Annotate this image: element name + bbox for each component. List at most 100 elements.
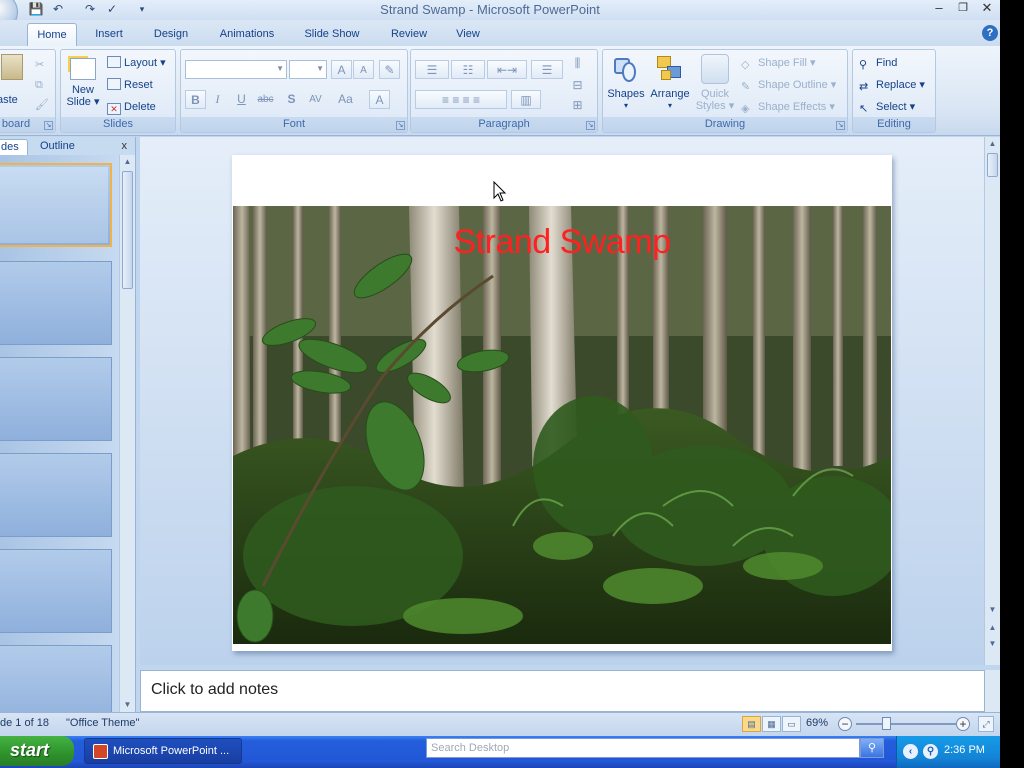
font-launcher-icon[interactable]: ↘: [396, 121, 405, 130]
paste-button[interactable]: aste: [0, 54, 27, 106]
shape-outline-button[interactable]: ✎ Shape Outline ▾: [741, 76, 836, 94]
slide-thumbnail-4[interactable]: [0, 453, 112, 537]
strikethrough-button[interactable]: abc: [255, 90, 276, 109]
tab-slide-show[interactable]: Slide Show: [296, 23, 368, 46]
delete-button[interactable]: ✕ Delete: [107, 98, 156, 116]
desktop-search-input[interactable]: Search Desktop: [426, 738, 860, 758]
italic-button[interactable]: I: [207, 90, 228, 109]
slide-sorter-button[interactable]: ▦: [762, 716, 781, 732]
slide-title[interactable]: Strand Swamp: [232, 223, 892, 262]
slide-thumbnail-3[interactable]: [0, 357, 112, 441]
notes-pane[interactable]: Click to add notes: [140, 670, 985, 712]
reset-button[interactable]: Reset: [107, 76, 153, 94]
restore-button[interactable]: ❐: [952, 0, 974, 18]
taskbar-item-label: Microsoft PowerPoint ...: [113, 745, 230, 757]
format-painter-icon[interactable]: 🖌: [35, 96, 49, 114]
select-button[interactable]: ↖ Select ▾: [859, 98, 915, 116]
tab-animations[interactable]: Animations: [210, 23, 284, 46]
font-size-combo[interactable]: ▼: [289, 60, 327, 79]
character-spacing-button[interactable]: AV: [305, 90, 326, 109]
tray-expand-icon[interactable]: ‹: [903, 744, 918, 759]
replace-button[interactable]: ⇄ Replace ▾: [859, 76, 925, 94]
close-panel-icon[interactable]: x: [122, 140, 128, 152]
underline-button[interactable]: U: [231, 90, 252, 109]
search-icon[interactable]: ⚲: [860, 738, 884, 758]
slide-scrollbar[interactable]: ▲ ▼ ▲ ▼: [984, 137, 1000, 665]
align-text-icon[interactable]: ⊟: [567, 76, 588, 95]
scroll-up-icon[interactable]: ▲: [120, 155, 135, 169]
slide-thumbnail-6[interactable]: [0, 645, 112, 712]
font-color-button[interactable]: A: [369, 90, 390, 109]
find-button[interactable]: ⚲ Find: [859, 54, 897, 72]
zoom-slider-track[interactable]: [856, 723, 956, 725]
shrink-font-button[interactable]: A: [353, 60, 374, 79]
indent-buttons[interactable]: ⇤⇥: [487, 60, 527, 79]
clock[interactable]: 2:36 PM: [944, 744, 985, 756]
close-button[interactable]: ✕: [976, 0, 998, 18]
clear-formatting-button[interactable]: ✎: [379, 60, 400, 79]
panel-scrollbar[interactable]: ▲ ▼: [119, 155, 135, 712]
copy-icon[interactable]: ⧉: [35, 76, 43, 94]
search-placeholder: Search Desktop: [431, 742, 510, 754]
tray-search-icon[interactable]: ⚲: [923, 744, 938, 759]
shadow-button[interactable]: S: [281, 90, 302, 109]
tab-design[interactable]: Design: [146, 23, 196, 46]
alignment-buttons[interactable]: ≡ ≡ ≡ ≡: [415, 90, 507, 109]
tab-review[interactable]: Review: [384, 23, 434, 46]
cut-icon[interactable]: ✂: [35, 56, 44, 74]
zoom-slider-thumb[interactable]: [882, 717, 891, 730]
quick-styles-button[interactable]: Quick Styles ▾: [695, 54, 735, 112]
slide-scroll-thumb[interactable]: [987, 153, 998, 177]
scroll-up-icon[interactable]: ▲: [985, 137, 1000, 151]
numbering-button[interactable]: ☷: [451, 60, 485, 79]
shapes-button[interactable]: Shapes ▾: [605, 54, 647, 112]
zoom-out-icon[interactable]: −: [838, 717, 852, 731]
drawing-launcher-icon[interactable]: ↘: [836, 121, 845, 130]
tab-slides[interactable]: des: [0, 139, 28, 155]
arrange-button[interactable]: Arrange ▾: [649, 54, 691, 112]
text-direction-icon[interactable]: ⫼: [567, 54, 588, 73]
change-case-button[interactable]: Aa: [335, 90, 356, 109]
tab-insert[interactable]: Insert: [86, 23, 132, 46]
zoom-level[interactable]: 69%: [806, 717, 828, 729]
columns-button[interactable]: ▥: [511, 90, 541, 109]
slide-thumbnail-2[interactable]: [0, 261, 112, 345]
tab-outline[interactable]: Outline: [32, 139, 83, 155]
arrange-label: Arrange: [650, 88, 690, 100]
slide-thumbnail-1[interactable]: [0, 163, 112, 247]
tab-view[interactable]: View: [446, 23, 490, 46]
paste-label: aste: [0, 94, 18, 106]
slide[interactable]: Strand Swamp: [232, 155, 892, 651]
bold-button[interactable]: B: [185, 90, 206, 109]
bullets-button[interactable]: ☰: [415, 60, 449, 79]
tab-home[interactable]: Home: [27, 23, 77, 46]
slide-thumbnail-5[interactable]: [0, 549, 112, 633]
next-slide-icon[interactable]: ▼: [985, 637, 1000, 651]
fit-to-window-icon[interactable]: ⤢: [978, 716, 994, 732]
smartart-icon[interactable]: ⊞: [567, 96, 588, 115]
shape-fill-button[interactable]: ◇ Shape Fill ▾: [741, 54, 816, 72]
new-slide-button[interactable]: New Slide ▾: [63, 54, 103, 108]
grow-font-button[interactable]: A: [331, 60, 352, 79]
paragraph-launcher-icon[interactable]: ↘: [586, 121, 595, 130]
notes-scrollbar[interactable]: [985, 670, 1000, 712]
start-button[interactable]: start: [0, 736, 74, 766]
help-icon[interactable]: ?: [982, 25, 998, 41]
previous-slide-icon[interactable]: ▲: [985, 621, 1000, 635]
line-spacing-button[interactable]: ☰: [531, 60, 563, 79]
paragraph-group-label: Paragraph: [411, 117, 597, 132]
layout-button[interactable]: Layout ▾: [107, 54, 166, 72]
normal-view-button[interactable]: ▤: [742, 716, 761, 732]
zoom-in-icon[interactable]: +: [956, 717, 970, 731]
taskbar-powerpoint-item[interactable]: Microsoft PowerPoint ...: [84, 738, 242, 764]
clipboard-launcher-icon[interactable]: ↘: [44, 121, 53, 130]
scroll-down-icon[interactable]: ▼: [120, 698, 135, 712]
slide-show-button[interactable]: ▭: [782, 716, 801, 732]
font-group: ▼ ▼ A A ✎ B I U abc S AV Aa A Font ↘: [180, 49, 408, 133]
scroll-down-icon[interactable]: ▼: [985, 603, 1000, 617]
font-name-combo[interactable]: ▼: [185, 60, 287, 79]
minimize-button[interactable]: –: [928, 0, 950, 18]
panel-scroll-thumb[interactable]: [122, 171, 133, 289]
swamp-photo[interactable]: [233, 206, 891, 644]
shape-effects-button[interactable]: ◈ Shape Effects ▾: [741, 98, 835, 116]
